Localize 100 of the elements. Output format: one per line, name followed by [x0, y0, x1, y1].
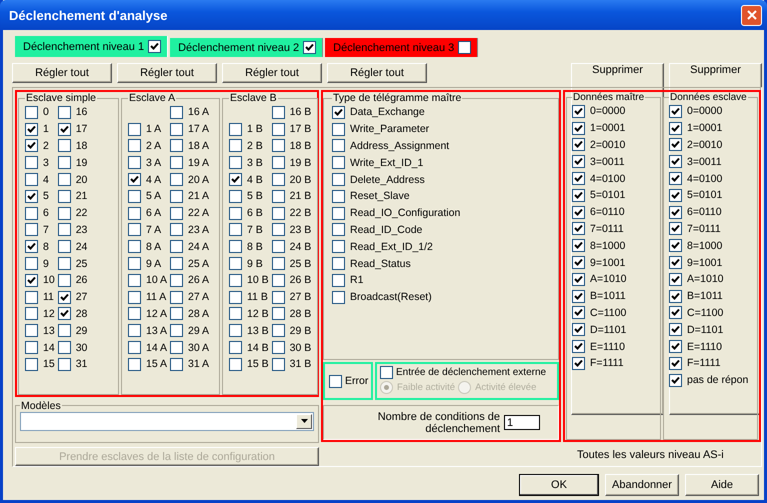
checkbox[interactable]: [229, 341, 242, 354]
checkbox[interactable]: [669, 256, 682, 270]
checkbox[interactable]: [572, 206, 585, 219]
checkbox[interactable]: [25, 341, 38, 354]
checkbox[interactable]: [229, 358, 242, 371]
checkbox[interactable]: [25, 156, 38, 170]
checkbox[interactable]: [25, 257, 38, 270]
checkbox[interactable]: [128, 341, 141, 354]
checkbox[interactable]: [272, 206, 285, 220]
checkbox[interactable]: [572, 155, 585, 168]
checkbox[interactable]: [332, 173, 345, 186]
checkbox[interactable]: [170, 358, 184, 371]
checkbox[interactable]: [25, 358, 38, 371]
checkbox[interactable]: [170, 139, 184, 152]
checkbox[interactable]: [669, 222, 682, 236]
set-all-button[interactable]: Régler tout: [222, 63, 322, 83]
checkbox[interactable]: [572, 306, 585, 320]
dialog-button[interactable]: Abandonner: [605, 474, 679, 496]
checkbox[interactable]: [380, 366, 393, 379]
checkbox[interactable]: [332, 139, 345, 152]
checkbox[interactable]: [128, 122, 141, 136]
checkbox[interactable]: [229, 324, 242, 338]
checkbox[interactable]: [128, 206, 141, 220]
checkbox[interactable]: [58, 173, 71, 186]
checkbox[interactable]: [58, 139, 71, 152]
checkbox[interactable]: [669, 323, 682, 336]
checkbox[interactable]: [128, 290, 141, 304]
checkbox[interactable]: [25, 307, 38, 320]
checkbox[interactable]: [229, 190, 242, 203]
checkbox[interactable]: [229, 122, 242, 136]
checkbox[interactable]: [572, 138, 585, 152]
checkbox[interactable]: [572, 172, 585, 186]
checkbox[interactable]: [58, 341, 71, 354]
checkbox[interactable]: [332, 156, 345, 170]
checkbox[interactable]: [25, 106, 38, 119]
checkbox[interactable]: [229, 139, 242, 152]
checkbox[interactable]: [128, 223, 141, 236]
checkbox[interactable]: [332, 257, 345, 270]
checkbox[interactable]: [229, 240, 242, 254]
checkbox[interactable]: [229, 257, 242, 270]
checkbox[interactable]: [25, 240, 38, 254]
checkbox[interactable]: [170, 173, 184, 186]
checkbox[interactable]: [58, 223, 71, 236]
checkbox[interactable]: [25, 139, 38, 152]
checkbox[interactable]: [332, 274, 345, 287]
checkbox[interactable]: [128, 139, 141, 152]
checkbox[interactable]: [572, 104, 585, 118]
checkbox[interactable]: [58, 290, 71, 304]
checkbox[interactable]: [58, 206, 71, 220]
checkbox[interactable]: [58, 257, 71, 270]
checkbox[interactable]: [669, 290, 682, 303]
checkbox[interactable]: [669, 306, 682, 320]
checkbox[interactable]: [229, 290, 242, 304]
checkbox[interactable]: [58, 190, 71, 203]
checkbox[interactable]: [25, 190, 38, 203]
checkbox[interactable]: [128, 173, 141, 186]
checkbox[interactable]: [572, 323, 585, 336]
checkbox[interactable]: [669, 206, 682, 219]
checkbox[interactable]: [332, 206, 345, 220]
close-button[interactable]: [741, 4, 762, 26]
checkbox[interactable]: [332, 106, 345, 119]
checkbox[interactable]: [272, 257, 285, 270]
checkbox[interactable]: [669, 356, 682, 370]
checkbox[interactable]: [229, 307, 242, 320]
checkbox[interactable]: [170, 223, 184, 236]
checkbox[interactable]: [572, 122, 585, 135]
checkbox[interactable]: [128, 324, 141, 338]
dialog-button[interactable]: Aide: [685, 474, 759, 496]
checkbox[interactable]: [229, 156, 242, 170]
checkbox[interactable]: [272, 190, 285, 203]
checkbox[interactable]: [170, 122, 184, 136]
checkbox[interactable]: [669, 138, 682, 152]
checkbox[interactable]: [58, 156, 71, 170]
checkbox[interactable]: [170, 341, 184, 354]
checkbox[interactable]: [58, 122, 71, 136]
checkbox[interactable]: [572, 340, 585, 354]
checkbox[interactable]: [572, 290, 585, 303]
checkbox[interactable]: [128, 307, 141, 320]
checkbox[interactable]: [303, 41, 316, 54]
set-all-button[interactable]: Régler tout: [327, 63, 427, 83]
checkbox[interactable]: [669, 104, 682, 118]
checkbox[interactable]: [58, 358, 71, 371]
checkbox[interactable]: [272, 240, 285, 254]
checkbox[interactable]: [25, 122, 38, 136]
set-all-button[interactable]: Régler tout: [12, 63, 112, 83]
checkbox[interactable]: [128, 257, 141, 270]
checkbox[interactable]: [272, 324, 285, 338]
checkbox[interactable]: [272, 290, 285, 304]
checkbox[interactable]: [25, 223, 38, 236]
checkbox[interactable]: [272, 173, 285, 186]
checkbox[interactable]: [332, 290, 345, 304]
checkbox[interactable]: [229, 173, 242, 186]
checkbox[interactable]: [170, 156, 184, 170]
checkbox[interactable]: [572, 222, 585, 236]
checkbox[interactable]: [170, 106, 184, 119]
checkbox[interactable]: [128, 274, 141, 287]
checkbox[interactable]: [229, 274, 242, 287]
checkbox[interactable]: [170, 307, 184, 320]
checkbox[interactable]: [128, 156, 141, 170]
checkbox[interactable]: [25, 206, 38, 220]
